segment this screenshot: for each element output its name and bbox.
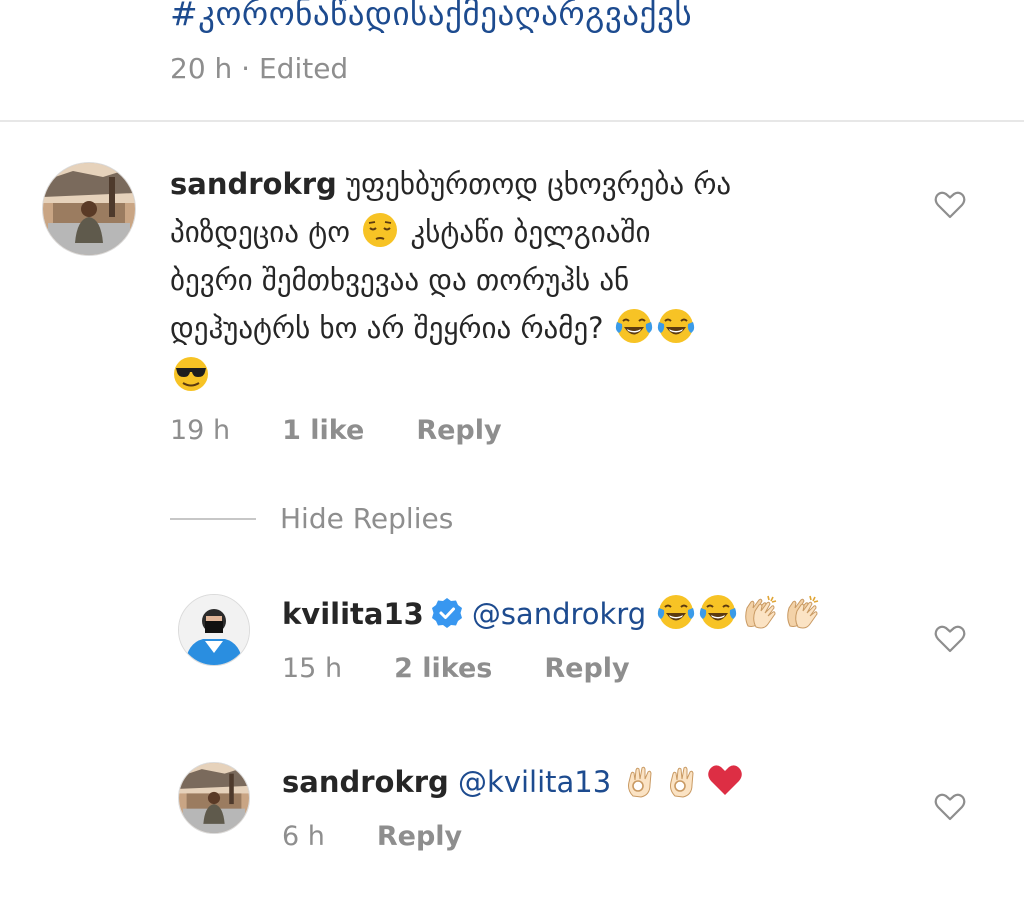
comment-text-line: პიზდეცია ტო	[170, 215, 350, 249]
comment-line: დეჰუატრს ხო არ შეყრია რამე?	[170, 304, 910, 352]
comment-likes-count[interactable]: 1 like	[282, 414, 364, 448]
comment-line: პიზდეცია ტო კსტაწი ბელგიაში	[170, 208, 910, 256]
comment-text-line: უფეხბურთოდ ცხოვრება რა	[346, 167, 732, 201]
comment-username[interactable]: sandrokrg	[170, 167, 337, 201]
tears-of-joy-icon	[656, 592, 696, 632]
clapping-hands-icon	[782, 592, 822, 632]
reply-text: kvilita13 @sandrokrg	[282, 590, 922, 638]
reply-comment: kvilita13 @sandrokrg 15 h 2 likes Reply	[0, 590, 1024, 700]
ok-hand-icon	[621, 760, 661, 800]
caption-meta: 20 h · Edited	[170, 52, 349, 85]
avatar[interactable]	[178, 762, 250, 834]
reply-meta-row: 6 h Reply	[282, 820, 462, 854]
avatar-image	[179, 595, 249, 665]
comment-text-line: ბევრი შემთხვევაა და თორუჰს ან	[170, 263, 630, 297]
reply-button[interactable]: Reply	[377, 820, 462, 854]
comment-line: sandrokrg უფეხბურთოდ ცხოვრება რა	[170, 160, 910, 208]
tears-of-joy-icon	[614, 306, 654, 346]
tears-of-joy-icon	[656, 306, 696, 346]
avatar[interactable]	[178, 594, 250, 666]
reply-button[interactable]: Reply	[544, 652, 629, 686]
like-heart-icon[interactable]	[933, 188, 967, 222]
reply-likes-count[interactable]: 2 likes	[394, 652, 492, 686]
comment-text-line: კსტაწი ბელგიაში	[410, 215, 651, 249]
smiling-face-with-sunglasses-icon	[171, 354, 211, 394]
reply-comment: sandrokrg @kvilita13 6 h Reply	[0, 758, 1024, 868]
comment-line: ბევრი შემთხვევაა და თორუჰს ან	[170, 256, 910, 304]
reply-username[interactable]: sandrokrg	[282, 765, 449, 799]
comment-text-line: დეჰუატრს ხო არ შეყრია რამე?	[170, 311, 604, 345]
hide-replies-label[interactable]: Hide Replies	[280, 500, 453, 538]
like-heart-icon[interactable]	[933, 622, 967, 656]
tears-of-joy-icon	[698, 592, 738, 632]
reply-timestamp: 6 h	[282, 821, 325, 852]
hide-replies-line	[170, 518, 256, 520]
verified-badge-icon	[430, 596, 464, 630]
reply-timestamp: 15 h	[282, 653, 343, 684]
reply-meta-row: 15 h 2 likes Reply	[282, 652, 630, 686]
mention-link[interactable]: @kvilita13	[458, 765, 611, 799]
clapping-hands-icon	[740, 592, 780, 632]
comment-text: sandrokrg უფეხბურთოდ ცხოვრება რა პიზდეცი…	[170, 160, 910, 400]
reply-username[interactable]: kvilita13	[282, 597, 424, 631]
comment: sandrokrg უფეხბურთოდ ცხოვრება რა პიზდეცი…	[0, 150, 1024, 460]
like-heart-icon[interactable]	[933, 790, 967, 824]
caption-hashtag-link[interactable]: #კორონაწადისაქმეაღარგვაქვს	[170, 0, 692, 36]
comment-timestamp: 19 h	[170, 415, 231, 446]
ok-hand-icon	[663, 760, 703, 800]
avatar-image	[179, 763, 249, 833]
comment-meta-row: 19 h 1 like Reply	[170, 414, 502, 448]
section-divider	[0, 120, 1024, 122]
pensive-face-icon	[360, 210, 400, 250]
red-heart-icon	[705, 760, 745, 800]
comment-line	[170, 352, 910, 400]
reply-text: sandrokrg @kvilita13	[282, 758, 922, 806]
avatar[interactable]	[42, 162, 136, 256]
mention-link[interactable]: @sandrokrg	[472, 597, 646, 631]
avatar-image	[43, 163, 135, 255]
reply-button[interactable]: Reply	[416, 414, 501, 448]
